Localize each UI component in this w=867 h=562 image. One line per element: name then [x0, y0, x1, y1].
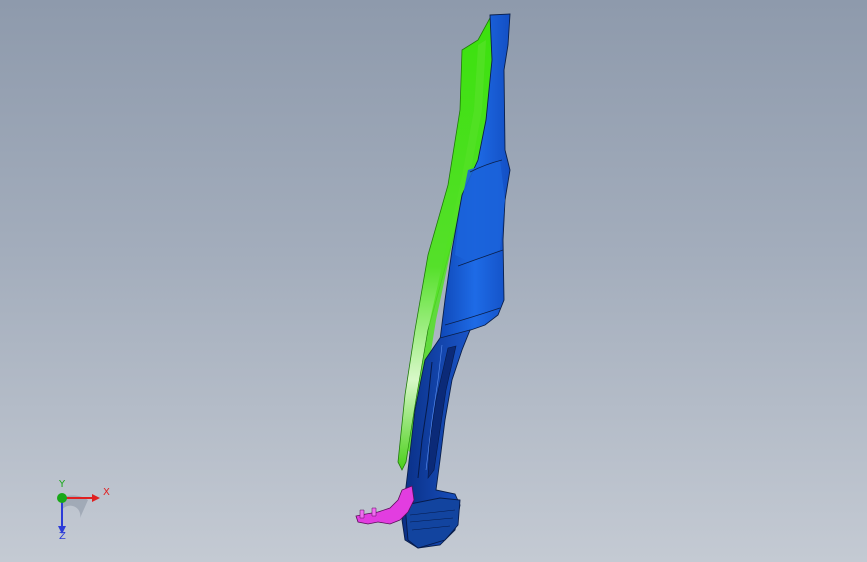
y-axis-label: Y	[59, 479, 66, 490]
y-axis-origin	[57, 493, 67, 503]
x-axis-label: X	[103, 487, 110, 498]
cad-model[interactable]	[0, 0, 867, 562]
z-axis-label: Z	[59, 531, 66, 542]
pillar-foot-block[interactable]	[404, 497, 461, 549]
coordinate-triad: X Y Z	[40, 478, 120, 548]
graphics-viewport[interactable]: X Y Z	[0, 0, 867, 562]
